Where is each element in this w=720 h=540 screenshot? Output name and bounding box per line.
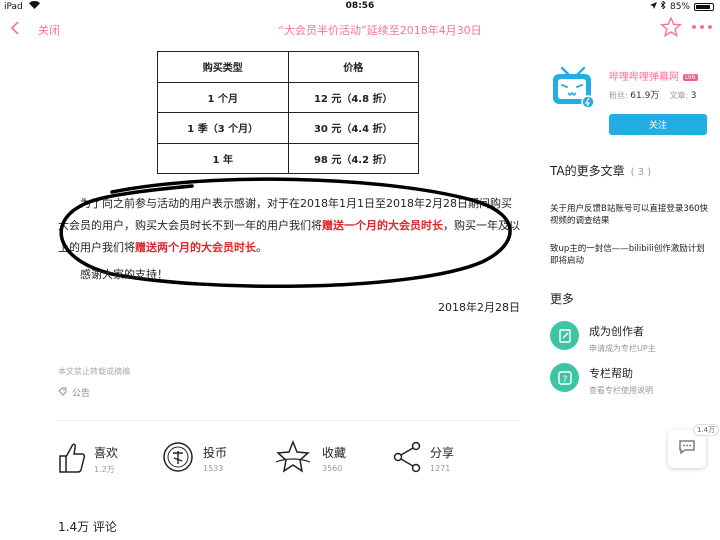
column-help-item[interactable]: ? 专栏帮助查看专栏使用说明 [550, 363, 653, 396]
divider [58, 420, 520, 421]
follow-button[interactable]: 关注 [609, 114, 707, 135]
price-table: 购买类型 价格 1 个月 12 元（4.8 折） 1 季（3 个月） 30 元（… [157, 51, 419, 174]
more-section-title: 更多 [550, 292, 575, 306]
table-cell: 12 元（4.8 折） [287, 81, 419, 113]
action-count: 1271 [430, 464, 451, 473]
article-tag[interactable]: 公告 [58, 386, 90, 399]
item-title: 成为创作者 [589, 325, 644, 338]
articles-label: 文章: [669, 91, 689, 100]
avatar[interactable] [550, 66, 596, 114]
author-name[interactable]: 哔哩哔哩弹幕网 LV6 [609, 68, 698, 83]
articles-count: 3 [690, 91, 697, 101]
table-cell: 1 个月 [157, 81, 289, 113]
comments-title: 1.4万 评论 [58, 520, 117, 534]
table-cell: 1 季（3 个月） [157, 112, 289, 144]
battery-icon [694, 2, 714, 11]
action-label: 分享 [430, 446, 455, 460]
table-header: 购买类型 [157, 51, 289, 83]
table-row: 1 季（3 个月） 30 元（4.4 折） [157, 112, 419, 144]
battery-level [696, 4, 710, 9]
bluetooth-icon [660, 0, 666, 12]
more-articles-count: ( 3 ) [630, 167, 652, 178]
coin-icon [161, 440, 195, 478]
article-link[interactable]: 关于用户反馈B站账号可以直接登录360快视频的调查结果 [550, 203, 710, 227]
thanks-text: 感谢大家的支持！ [80, 268, 168, 281]
comment-count-badge: 1.4万 [693, 424, 720, 436]
item-desc: 查看专栏使用说明 [589, 386, 653, 395]
action-count: 1.2万 [94, 465, 115, 474]
star-collect-icon [272, 439, 314, 478]
location-icon [649, 1, 657, 12]
coin-button[interactable]: 投币 1533 [161, 440, 227, 478]
help-question-icon: ? [550, 363, 579, 392]
favorite-star-icon[interactable] [659, 16, 683, 42]
publish-date: 2018年2月28日 [438, 301, 520, 314]
svg-text:?: ? [562, 375, 567, 385]
clock: 08:56 [345, 1, 375, 11]
thumbs-up-icon [58, 440, 86, 478]
article-link[interactable]: 致up主的一封信——bilibili创作激励计划即将启动 [550, 243, 710, 267]
table-row: 1 个月 12 元（4.8 折） [157, 81, 419, 113]
tag-icon [58, 387, 67, 399]
action-label: 投币 [203, 446, 228, 460]
action-count: 3560 [322, 464, 343, 473]
table-header-row: 购买类型 价格 [157, 51, 419, 83]
table-row: 1 年 98 元（4.2 折） [157, 142, 419, 174]
author-stats: 粉丝: 61.9万 文章: 3 [609, 88, 696, 101]
copyright-notice: 本文禁止转载或摘编 [58, 367, 130, 376]
action-bar: 喜欢 1.2万 投币 1533 收藏 3560 分享 1271 [58, 439, 520, 480]
action-count: 1533 [203, 464, 224, 473]
status-bar: iPad 08:56 85% [0, 0, 720, 14]
item-desc: 申请成为专栏UP主 [589, 344, 656, 353]
like-button[interactable]: 喜欢 1.2万 [58, 440, 118, 478]
table-cell: 1 年 [157, 142, 289, 174]
page-title: “大会员半价活动”延续至2018年4月30日 [278, 24, 482, 37]
more-options-icon[interactable] [690, 16, 714, 42]
item-title: 专栏帮助 [589, 367, 633, 380]
battery-percent: 85% [669, 1, 690, 12]
table-cell: 30 元（4.4 折） [287, 112, 419, 144]
collect-button[interactable]: 收藏 3560 [272, 439, 347, 478]
comment-bubble-icon [678, 439, 696, 459]
nav-bar: 关闭 “大会员半价活动”延续至2018年4月30日 [0, 14, 720, 44]
level-badge: LV6 [683, 73, 698, 81]
tag-label: 公告 [72, 389, 91, 399]
fans-count: 61.9万 [630, 91, 660, 101]
become-creator-item[interactable]: 成为创作者申请成为专栏UP主 [550, 321, 656, 354]
bilibili-tv-icon [553, 66, 595, 109]
more-articles-title: TA的更多文章 ( 3 ) [550, 162, 651, 179]
share-icon [392, 440, 422, 478]
creator-pencil-icon [550, 321, 579, 350]
fans-label: 粉丝: [609, 91, 628, 100]
table-cell: 98 元（4.2 折） [287, 142, 419, 174]
more-articles-label: TA的更多文章 [550, 164, 625, 178]
author-name-text: 哔哩哔哩弹幕网 [609, 72, 679, 83]
table-header: 价格 [287, 51, 419, 83]
action-label: 喜欢 [94, 446, 119, 460]
action-label: 收藏 [322, 446, 347, 460]
share-button[interactable]: 分享 1271 [392, 440, 454, 478]
